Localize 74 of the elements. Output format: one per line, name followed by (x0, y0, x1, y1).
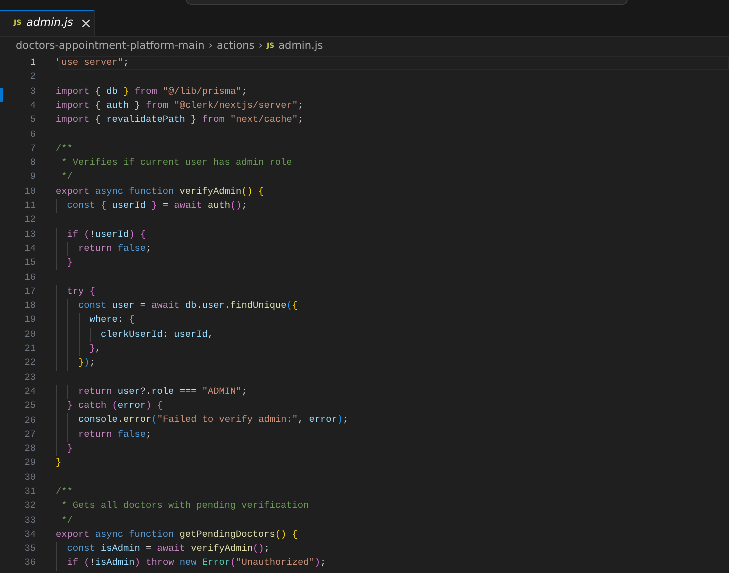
code-line: */ (60, 171, 73, 182)
code-line: return false; (78, 428, 152, 440)
line-number: 16 (24, 270, 36, 285)
code-line: }); (78, 357, 96, 368)
line-number: 1 (29, 56, 36, 70)
line-number: 6 (29, 128, 36, 142)
line-number: 23 (24, 370, 36, 385)
breadcrumb-folder[interactable]: actions (216, 38, 255, 54)
line-number: 12 (24, 213, 36, 228)
chevron-icon: › (208, 38, 213, 54)
code-line: try { (67, 286, 96, 297)
breadcrumb-file[interactable]: admin.js (278, 38, 324, 54)
code-line: } (56, 457, 62, 468)
line-number: 33 (24, 514, 36, 528)
code-line: import { revalidatePath } from "next/cache"; (56, 114, 304, 126)
code-line: if (!isAdmin) throw new Error("Unauthorized"); (67, 557, 326, 568)
line-number: 14 (24, 242, 36, 256)
code-line: * Gets all doctors with pending verification (60, 500, 310, 512)
line-number: 19 (24, 313, 36, 328)
code-line: "use server"; (56, 57, 130, 68)
line-number: 4 (29, 98, 36, 113)
line-number: 24 (24, 384, 36, 399)
line-number: 20 (24, 328, 36, 342)
line-number: 5 (29, 113, 36, 128)
line-number: 25 (24, 399, 36, 414)
code-line: } (67, 257, 73, 268)
line-number: 27 (24, 428, 36, 442)
line-number: 15 (24, 256, 36, 270)
code-line: const { userId } = await auth(); (67, 200, 248, 211)
code-line: /** (56, 142, 73, 154)
tab-label: admin.js (26, 15, 74, 32)
code-line: */ (60, 514, 73, 526)
line-number: 30 (24, 470, 36, 485)
line-number: 9 (29, 170, 36, 184)
code-line: clerkUserId: userId, (101, 328, 214, 340)
code-line: return user?.role === "ADMIN"; (78, 386, 248, 397)
line-number: 3 (29, 84, 36, 99)
line-number: 22 (24, 356, 36, 370)
line-number: 13 (24, 228, 36, 242)
code-line: export async function verifyAdmin() { (56, 186, 264, 197)
code-line: import { db } from "@/lib/prisma"; (56, 86, 248, 97)
code-line: } (67, 443, 73, 454)
line-number: 10 (24, 184, 36, 199)
breadcrumb-folder[interactable]: doctors-appointment-platform-main (16, 38, 205, 54)
code-line: where: { (90, 314, 135, 326)
line-number: 11 (24, 199, 36, 214)
code-line: if (!userId) { (67, 228, 146, 240)
line-number: 26 (24, 414, 36, 428)
scroll-marker (0, 88, 3, 102)
line-number: 7 (29, 142, 36, 156)
code-line: const isAdmin = await verifyAdmin(); (67, 543, 270, 554)
code-line: }, (90, 342, 102, 354)
line-number: 8 (29, 156, 36, 170)
code-line: return false; (78, 242, 152, 254)
code-line: const user = await db.user.findUnique({ (78, 300, 298, 312)
line-number: 29 (24, 456, 36, 470)
line-number: 2 (29, 70, 36, 84)
line-number: 32 (24, 499, 36, 514)
code-line: } catch (error) { (67, 400, 163, 412)
line-number: 36 (24, 556, 36, 570)
line-number: 21 (24, 342, 36, 356)
code-line: import { auth } from "@clerk/nextjs/server"; (56, 100, 304, 111)
line-number: 31 (24, 485, 36, 499)
line-number: 35 (24, 542, 36, 556)
code-line: /** (56, 486, 73, 497)
line-number: 17 (24, 284, 36, 299)
line-number: 18 (24, 299, 36, 314)
code-line: * Verifies if current user has admin role (60, 157, 292, 168)
chevron-icon: › (258, 38, 263, 54)
line-number: 28 (24, 442, 36, 456)
code-line: export async function getPendingDoctors() { (56, 528, 298, 540)
code-line: console.error("Failed to verify admin:", error); (78, 414, 349, 426)
close-button[interactable]: × (78, 16, 94, 30)
line-number: 34 (24, 528, 36, 542)
